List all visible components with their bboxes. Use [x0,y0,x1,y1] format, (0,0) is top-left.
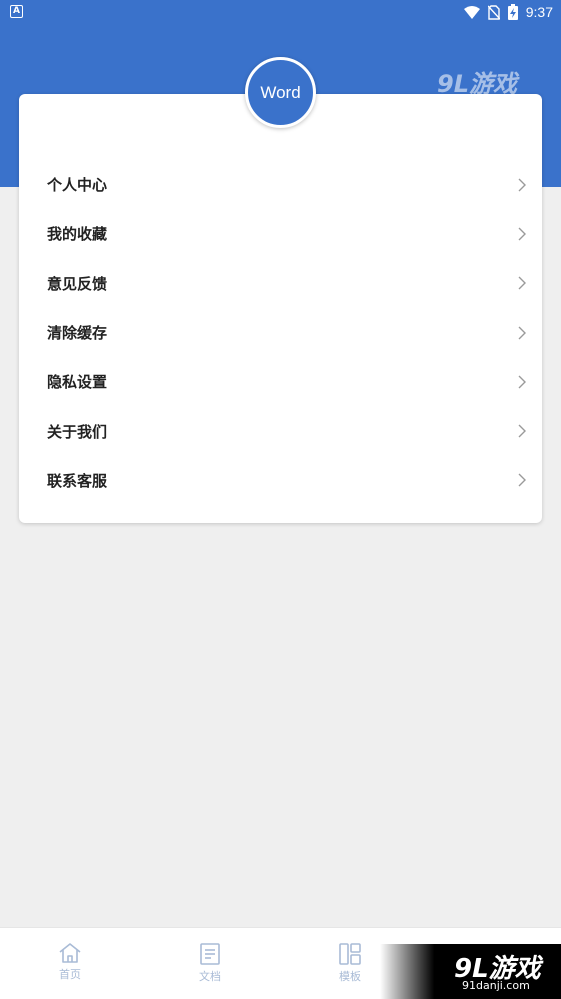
menu-item-clear-cache[interactable]: 清除缓存 [19,308,542,357]
nav-tab-label: 首页 [59,968,81,981]
menu-item-label: 意见反馈 [47,274,108,293]
battery-charging-icon [507,4,518,20]
template-icon [339,943,361,965]
menu-item-label: 我的收藏 [47,225,108,244]
nav-tab-templates[interactable]: 模板 [315,928,385,999]
chevron-right-icon [518,473,526,487]
wifi-icon [463,5,480,19]
bottom-nav: 首页 文档 模板 [0,927,561,999]
no-sim-icon [487,4,500,20]
document-icon [200,943,220,965]
menu-item-feedback[interactable]: 意见反馈 [19,259,542,308]
menu-item-label: 隐私设置 [47,373,108,392]
nav-tab-documents[interactable]: 文档 [175,928,245,999]
status-icons: 9:37 [463,3,553,21]
menu-item-label: 关于我们 [47,422,108,441]
menu-item-label: 清除缓存 [47,324,108,343]
nav-tab-mine[interactable] [455,928,525,999]
chevron-right-icon [518,227,526,241]
chevron-right-icon [518,178,526,192]
chevron-right-icon [518,375,526,389]
menu-item-contact-service[interactable]: 联系客服 [19,456,542,505]
nav-tab-home[interactable]: 首页 [35,928,105,999]
settings-card: 个人中心 我的收藏 意见反馈 清除缓存 隐私设置 关于我们 联系客服 [19,94,542,523]
menu-item-label: 联系客服 [47,471,108,490]
menu-item-about-us[interactable]: 关于我们 [19,406,542,455]
status-bar: A 9:37 [0,0,561,24]
menu-item-privacy-settings[interactable]: 隐私设置 [19,357,542,406]
settings-menu: 个人中心 我的收藏 意见反馈 清除缓存 隐私设置 关于我们 联系客服 [19,160,542,505]
nav-tab-label: 模板 [339,970,361,983]
clock-time: 9:37 [525,4,553,20]
notification-a-icon: A [10,5,23,18]
menu-item-personal-center[interactable]: 个人中心 [19,160,542,209]
user-icon [480,944,500,965]
chevron-right-icon [518,326,526,340]
chevron-right-icon [518,424,526,438]
menu-item-favorites[interactable]: 我的收藏 [19,209,542,258]
chevron-right-icon [518,276,526,290]
avatar[interactable]: Word [245,57,316,128]
home-icon [59,943,81,963]
nav-tab-label: 文档 [199,970,221,983]
menu-item-label: 个人中心 [47,176,108,195]
